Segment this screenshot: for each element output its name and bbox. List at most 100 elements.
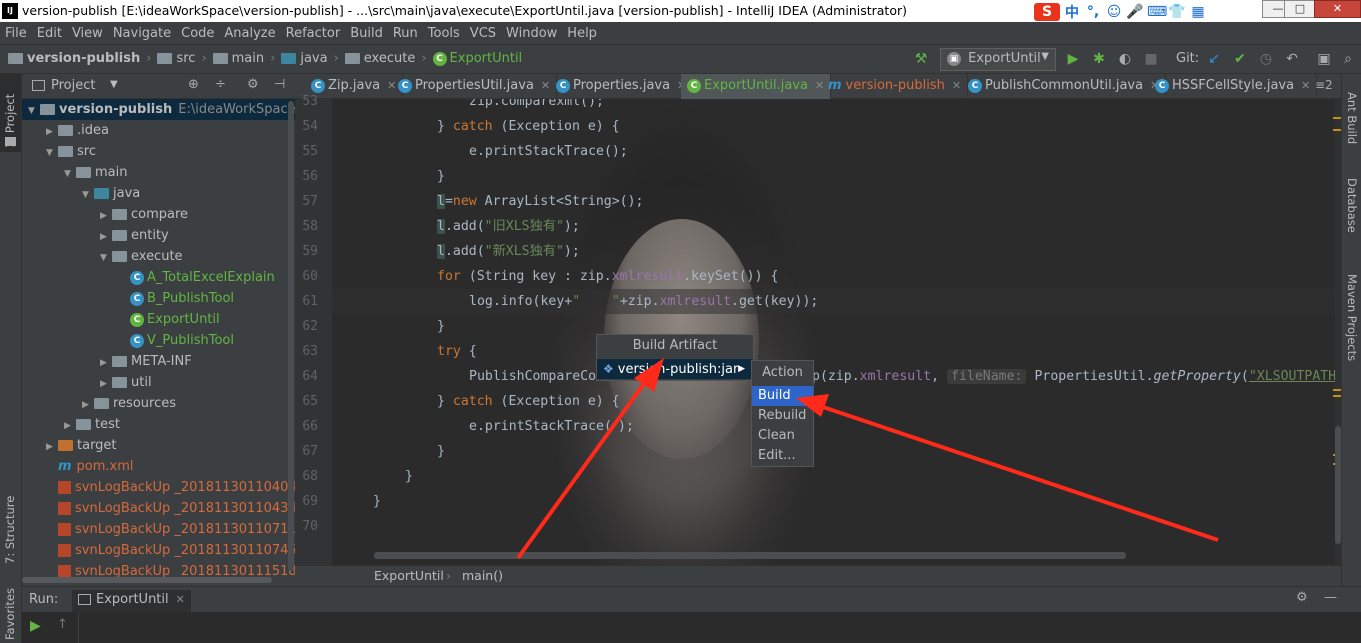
close-icon[interactable]: ✕ [952, 79, 961, 92]
run-tab[interactable]: ExportUntil ✕ [72, 590, 191, 612]
tree-item[interactable]: ▶ entity [22, 225, 295, 246]
tree-item[interactable]: ▼ version-publish E:\ideaWorkSpace\ver [22, 99, 295, 120]
chevron-right-icon[interactable]: ▶ [100, 374, 112, 395]
vcs-history-icon[interactable]: ◷ [1257, 50, 1275, 68]
vcs-commit-icon[interactable]: ✔ [1231, 50, 1249, 68]
warning-marker[interactable] [1333, 395, 1341, 397]
close-icon[interactable]: ✕ [1301, 79, 1310, 92]
tree-item[interactable]: C V_PublishTool [22, 330, 295, 351]
editor-vertical-scrollbar[interactable] [1335, 426, 1341, 544]
menu-view[interactable]: View [67, 26, 108, 41]
menu-tools[interactable]: Tools [423, 26, 465, 41]
close-icon[interactable]: ✕ [541, 79, 550, 92]
tabs-overflow-icon[interactable]: ≡2 [1315, 78, 1333, 92]
hide-panel-icon[interactable]: — [1324, 590, 1337, 605]
vcs-revert-icon[interactable]: ↶ [1283, 50, 1301, 68]
chevron-right-icon[interactable]: ▶ [100, 206, 112, 227]
ime-keyboard-icon[interactable]: ⌨ [1147, 4, 1167, 20]
tree-item[interactable]: ▶ resources [22, 393, 295, 414]
chevron-down-icon[interactable]: ▼ [100, 248, 112, 269]
editor-tab[interactable]: C Zip.java ✕ [305, 74, 404, 99]
tree-vertical-scrollbar[interactable] [288, 101, 294, 571]
tree-item[interactable]: ▶ test [22, 414, 295, 435]
rerun-icon[interactable]: ▶ [30, 618, 41, 634]
chevron-down-icon[interactable]: ▼ [28, 101, 40, 122]
tree-item[interactable]: ▶ META-INF [22, 351, 295, 372]
gear-icon[interactable]: ⚙ [247, 77, 259, 92]
debug-icon[interactable]: ✱ [1090, 50, 1108, 68]
clean-action[interactable]: Clean [752, 426, 813, 446]
crumb-java[interactable]: java [300, 51, 327, 66]
search-icon[interactable]: ⌕ [1339, 50, 1357, 68]
editor-tab[interactable]: m version-publish ✕ [822, 74, 969, 99]
rebuild-action[interactable]: Rebuild [752, 406, 813, 426]
maximize-button[interactable]: □ [1284, 0, 1316, 18]
stop-icon[interactable]: ■ [1142, 50, 1160, 68]
tree-item[interactable]: ▼ java [22, 183, 295, 204]
crumb-project[interactable]: version-publish [27, 51, 140, 66]
menu-navigate[interactable]: Navigate [108, 26, 176, 41]
tree-item[interactable]: ▶ .idea [22, 120, 295, 141]
crumb-class[interactable]: ExportUntil [450, 51, 523, 66]
favorites-tool-tab[interactable]: Favorites [3, 588, 17, 640]
chevron-down-icon[interactable]: ▼ [46, 143, 58, 164]
scroll-up-icon[interactable]: ↑ [57, 617, 68, 632]
tree-horizontal-scrollbar[interactable] [22, 577, 272, 583]
tree-item[interactable]: svnLogBackUp _20181130110745.xml [22, 540, 295, 561]
vcs-update-icon[interactable]: ↙ [1205, 50, 1223, 68]
maven-projects-tool-tab[interactable]: Maven Projects [1345, 274, 1359, 361]
structure-tool-tab[interactable]: 7: Structure [3, 496, 17, 564]
tree-item[interactable]: svnLogBackUp _20181130110404.xml [22, 477, 295, 498]
menu-file[interactable]: File [0, 26, 32, 41]
warning-marker[interactable] [1333, 117, 1341, 119]
tree-item[interactable]: ▶ target [22, 435, 295, 456]
chevron-down-icon[interactable]: ▼ [82, 185, 94, 206]
gear-icon[interactable]: ⚙ [1296, 590, 1308, 605]
ime-punctuation-icon[interactable]: °, [1084, 4, 1102, 20]
sogou-ime-icon[interactable]: S [1034, 2, 1060, 21]
run-icon[interactable]: ▶ [1064, 50, 1082, 68]
warning-marker[interactable] [1333, 389, 1341, 391]
close-icon[interactable]: ✕ [176, 593, 185, 606]
ime-voice-icon[interactable]: 🎤 [1126, 4, 1144, 20]
menu-build[interactable]: Build [345, 26, 388, 41]
hide-panel-icon[interactable]: ⊣ [274, 77, 285, 92]
tree-item[interactable]: ▼ main [22, 162, 295, 183]
breadcrumb-method[interactable]: main() [462, 568, 503, 583]
build-action[interactable]: Build [752, 386, 813, 406]
chevron-right-icon[interactable]: ▶ [100, 353, 112, 374]
editor-tab[interactable]: C HSSFCellStyle.java ✕ [1149, 74, 1318, 99]
menu-code[interactable]: Code [176, 26, 219, 41]
artifact-item[interactable]: ❖ version-publish:jar ▶ [597, 359, 753, 379]
crumb-execute[interactable]: execute [364, 51, 416, 66]
menu-run[interactable]: Run [388, 26, 423, 41]
ime-emoji-icon[interactable]: ☺ [1105, 4, 1123, 20]
tree-item[interactable]: svnLogBackUp _20181130110711.xml [22, 519, 295, 540]
tree-item[interactable]: C ExportUntil [22, 309, 295, 330]
chevron-right-icon[interactable]: ▶ [64, 416, 76, 437]
tree-item[interactable]: m pom.xml [22, 456, 295, 477]
project-structure-icon[interactable]: ▣ [1315, 50, 1333, 68]
editor-tab[interactable]: CPublishCommonUtil.java✕ [962, 74, 1167, 99]
warning-marker[interactable] [1333, 129, 1341, 131]
editor-tab[interactable]: C PropertiesUtil.java ✕ [392, 74, 558, 99]
tree-item[interactable]: ▼ src [22, 141, 295, 162]
editor-horizontal-scrollbar[interactable] [374, 552, 1126, 559]
tree-item[interactable]: ▶ compare [22, 204, 295, 225]
tree-item[interactable]: ▼ execute [22, 246, 295, 267]
menu-refactor[interactable]: Refactor [281, 26, 346, 41]
ime-toolbox-icon[interactable]: ▦ [1189, 4, 1207, 20]
menu-analyze[interactable]: Analyze [219, 26, 280, 41]
coverage-icon[interactable]: ◐ [1116, 50, 1134, 68]
chevron-down-icon[interactable]: ▼ [64, 164, 76, 185]
crumb-main[interactable]: main [232, 51, 264, 66]
menu-window[interactable]: Window [501, 26, 562, 41]
chevron-right-icon[interactable]: ▶ [46, 122, 58, 143]
database-tool-tab[interactable]: Database [1345, 178, 1359, 233]
breadcrumb-class[interactable]: ExportUntil [374, 568, 444, 583]
chevron-right-icon[interactable]: ▶ [46, 437, 58, 458]
menu-vcs[interactable]: VCS [465, 26, 501, 41]
ant-build-tool-tab[interactable]: Ant Build [1345, 92, 1359, 144]
collapse-all-icon[interactable]: ÷ [215, 77, 226, 92]
chevron-right-icon[interactable]: ▶ [100, 227, 112, 248]
